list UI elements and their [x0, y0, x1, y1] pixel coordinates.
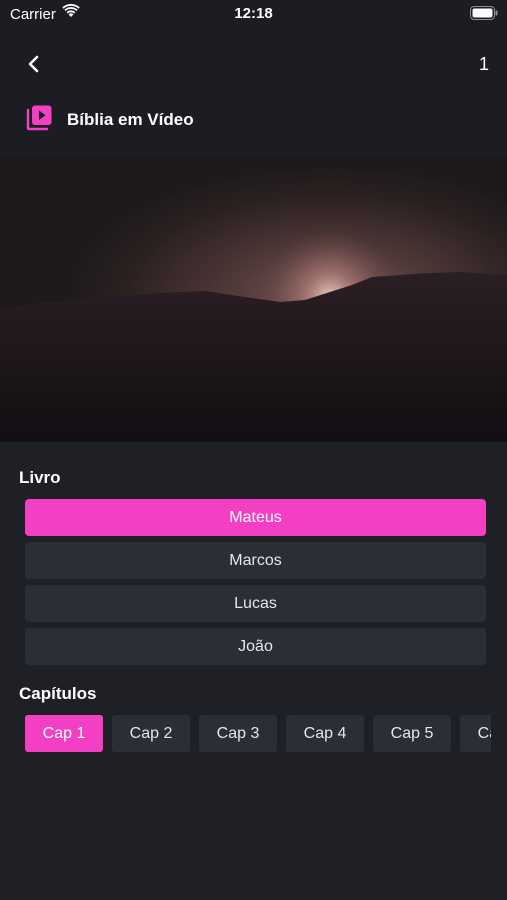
- book-item-marcos[interactable]: Marcos: [25, 542, 486, 579]
- chevron-left-icon: [28, 55, 39, 73]
- app-header: 1 Bíblia em Vídeo: [0, 30, 507, 157]
- battery-icon: [470, 6, 498, 25]
- chapter-button-4[interactable]: Cap 4: [286, 715, 364, 752]
- chapters-section-title: Capítulos: [19, 684, 97, 703]
- book-item-mateus[interactable]: Mateus: [25, 499, 486, 536]
- video-library-icon: [26, 104, 53, 136]
- chapter-button-2[interactable]: Cap 2: [112, 715, 190, 752]
- chapter-button-1[interactable]: Cap 1: [25, 715, 103, 752]
- back-button[interactable]: [22, 52, 46, 76]
- books-section-title: Livro: [19, 468, 61, 487]
- book-list: Mateus Marcos Lucas João: [25, 499, 486, 671]
- chapter-button-5[interactable]: Cap 5: [373, 715, 451, 752]
- chapter-scroller[interactable]: Cap 1Cap 2Cap 3Cap 4Cap 5 Cap 6: [25, 715, 491, 753]
- chapter-button-6[interactable]: Cap 6: [460, 715, 491, 752]
- book-item-joao[interactable]: João: [25, 628, 486, 665]
- brand-title: Bíblia em Vídeo: [67, 110, 194, 129]
- clock: 12:18: [234, 5, 273, 22]
- video-thumbnail: [0, 227, 507, 442]
- video-player[interactable]: [0, 157, 507, 442]
- book-item-lucas[interactable]: Lucas: [25, 585, 486, 622]
- status-bar: Carrier 12:18: [0, 0, 507, 30]
- page-number: 1: [478, 54, 489, 74]
- brand: Bíblia em Vídeo: [26, 104, 194, 136]
- chapter-button-3[interactable]: Cap 3: [199, 715, 277, 752]
